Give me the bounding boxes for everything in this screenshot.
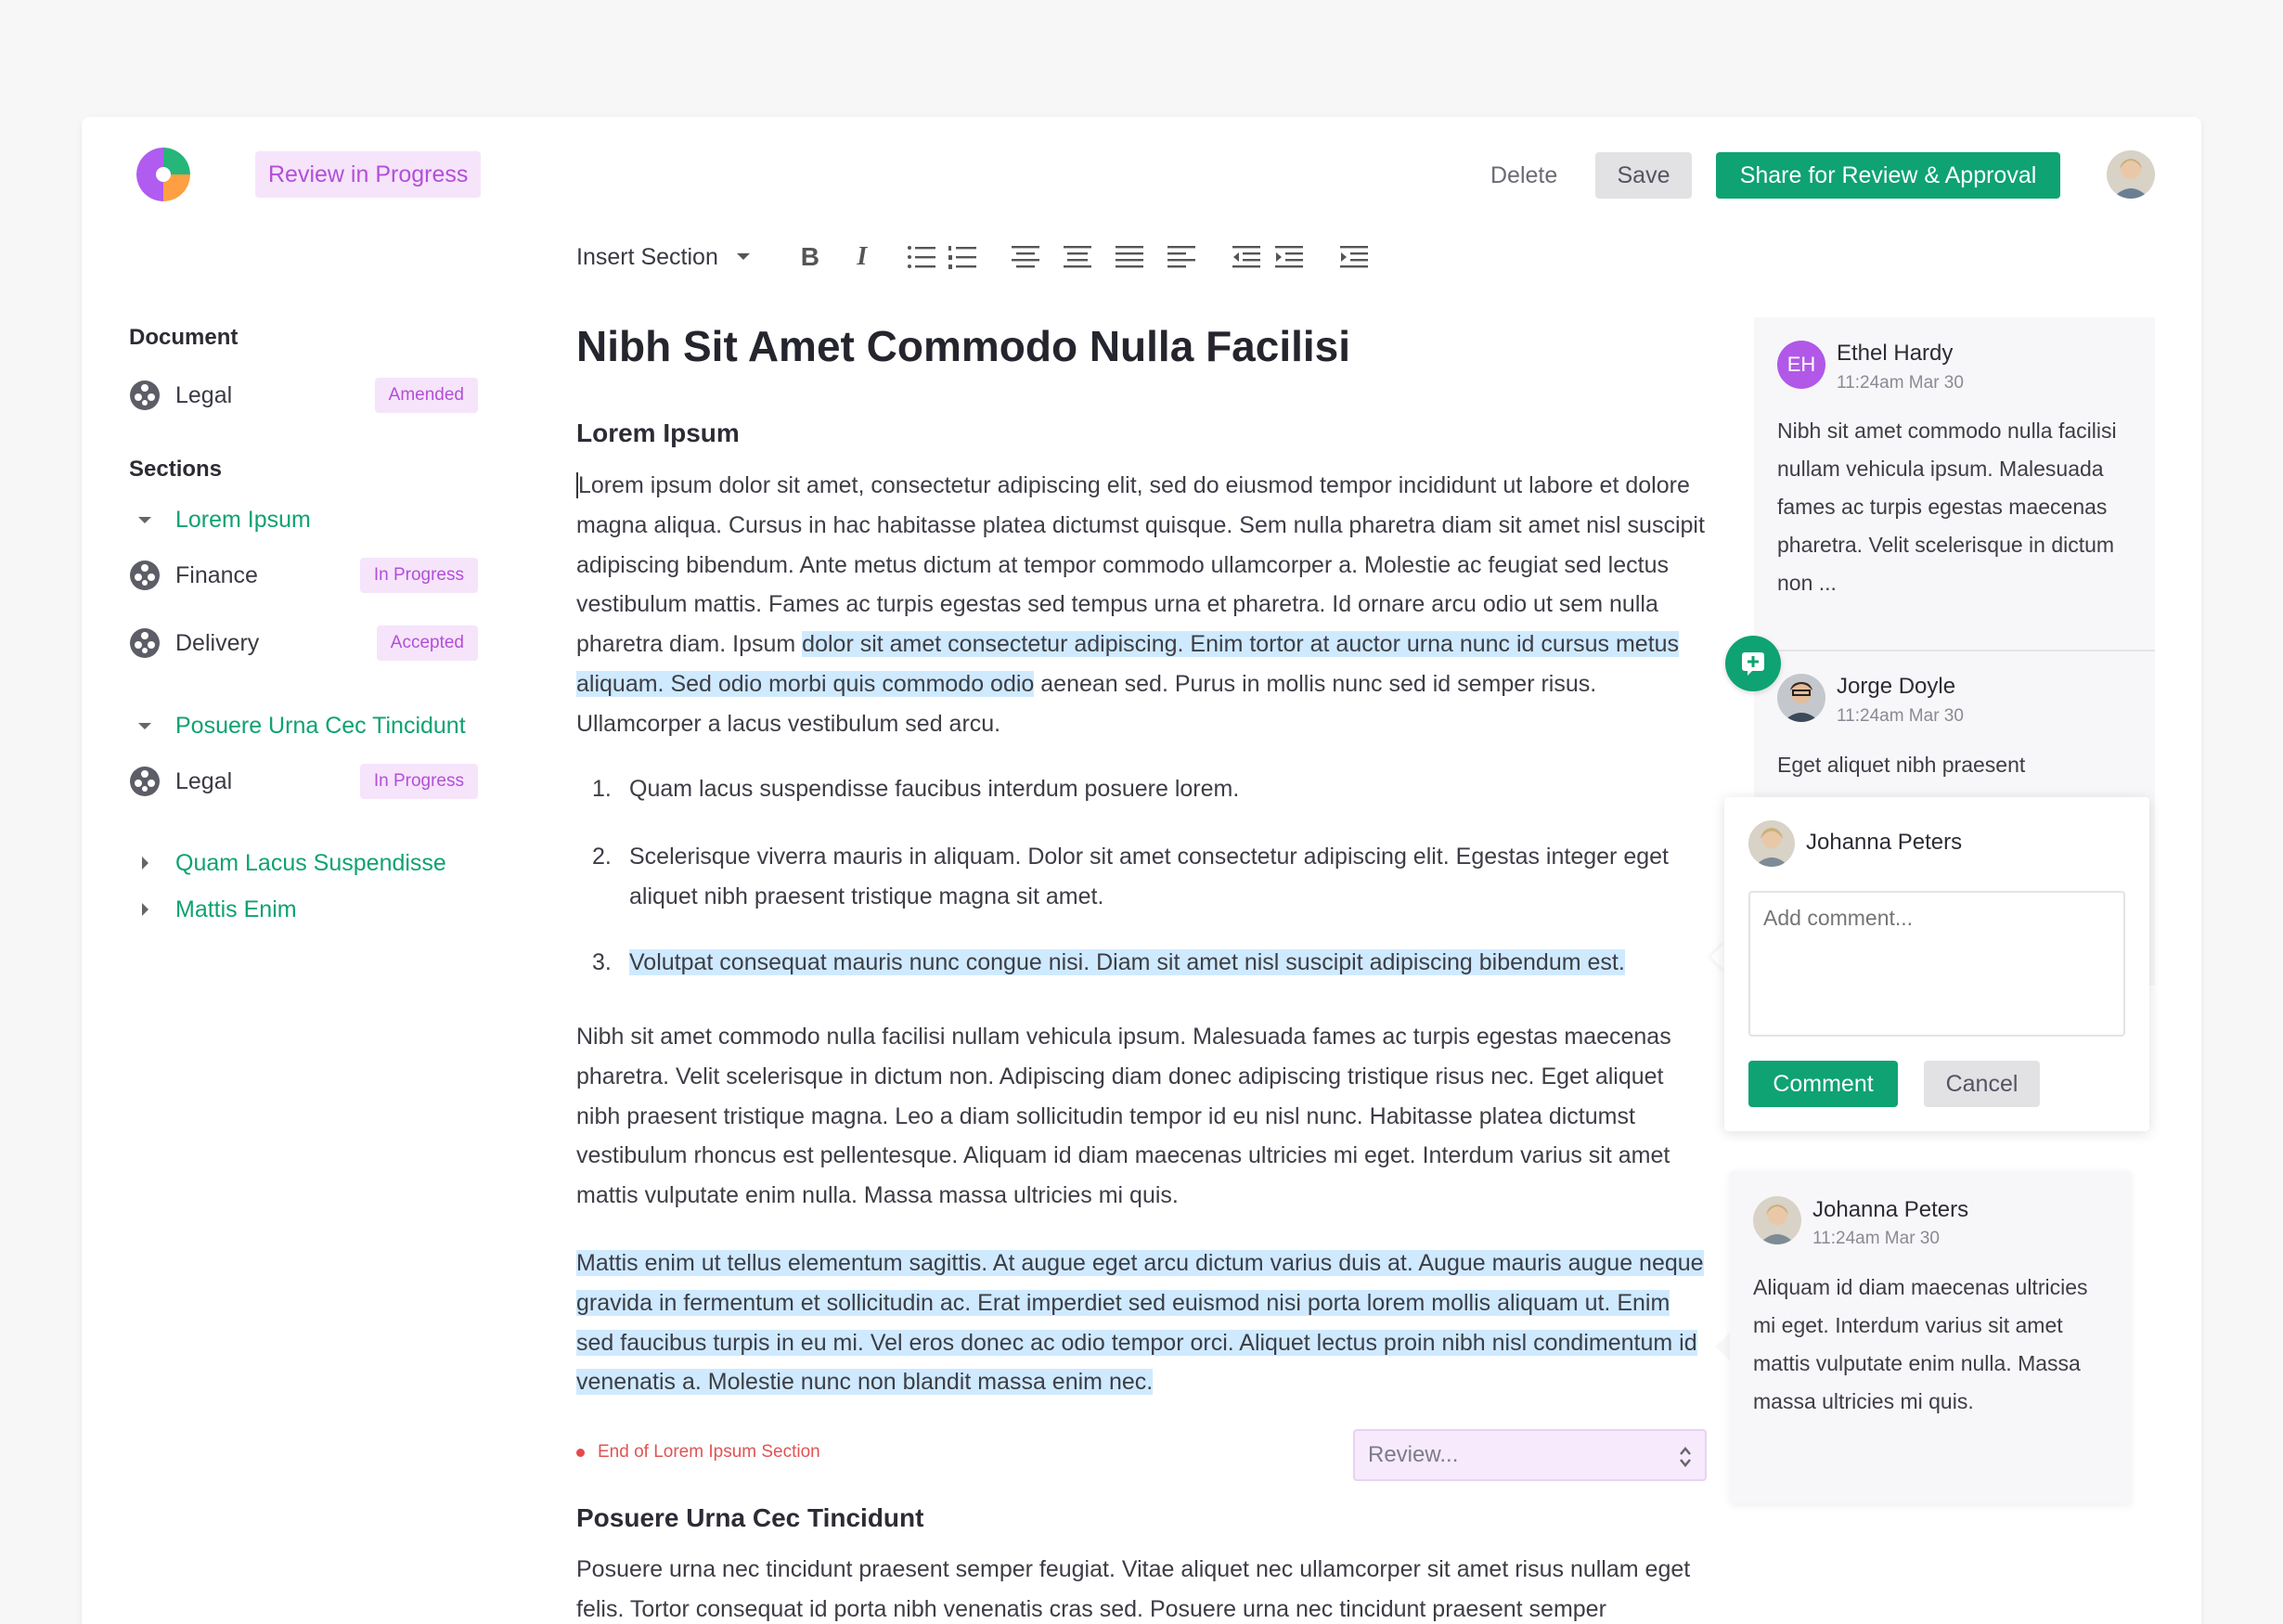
bullet-list-icon[interactable] [906, 241, 937, 273]
user-avatar[interactable] [2107, 150, 2155, 199]
document-title[interactable]: Nibh Sit Amet Commodo Nulla Facilisi [576, 321, 1350, 371]
save-button[interactable]: Save [1595, 152, 1692, 199]
dot-icon [576, 1448, 585, 1457]
sidebar-group-quam-lacus[interactable]: Quam Lacus Suspendisse [129, 844, 491, 882]
highlighted-text[interactable]: Mattis enim ut tellus elementum sagittis… [576, 1250, 1704, 1396]
align-left-icon[interactable] [1166, 241, 1197, 273]
align-center-icon[interactable] [1010, 241, 1041, 273]
caret-down-icon [736, 253, 750, 260]
sidebar-document-heading: Document [129, 325, 239, 350]
indent-more-icon[interactable] [1338, 241, 1370, 273]
insert-section-label: Insert Section [576, 243, 718, 270]
add-comment-button[interactable] [1725, 636, 1781, 691]
align-middle-icon[interactable] [1062, 241, 1093, 273]
select-arrows-icon [1680, 1447, 1691, 1467]
comment-body: Nibh sit amet commodo nulla facilisi nul… [1777, 419, 2117, 595]
comment-time: 11:24am Mar 30 [1837, 706, 1964, 726]
status-badge: In Progress [359, 764, 478, 799]
sidebar-item-legal[interactable]: Legal In Progress [129, 763, 491, 800]
delete-button[interactable]: Delete [1476, 152, 1572, 199]
italic-icon[interactable]: I [846, 241, 878, 273]
comment-button[interactable]: Comment [1748, 1061, 1898, 1107]
comment-input[interactable] [1748, 891, 2125, 1037]
numbered-list-icon[interactable] [947, 241, 978, 273]
paragraph[interactable]: Posuere urna nec tincidunt praesent semp… [576, 1550, 1709, 1624]
section-end-marker: End of Lorem Ipsum Section [576, 1442, 820, 1463]
comment-author: Jorge Doyle [1837, 674, 1956, 699]
caret-right-icon [141, 857, 148, 870]
share-for-review-button[interactable]: Share for Review & Approval [1716, 152, 2060, 199]
paragraph[interactable]: Lorem ipsum dolor sit amet, consectetur … [576, 466, 1709, 744]
reel-icon [130, 561, 160, 590]
formatting-toolbar: Insert Section B I [576, 234, 1370, 280]
list-number: 3. [592, 949, 612, 975]
sidebar-item-document-legal[interactable]: Legal Amended [129, 377, 491, 414]
reel-icon [130, 380, 160, 410]
outdent-icon[interactable] [1231, 241, 1262, 273]
sidebar-item-delivery[interactable]: Delivery Accepted [129, 625, 491, 662]
sidebar-item-label: Legal [175, 381, 233, 408]
sidebar-group-posuere[interactable]: Posuere Urna Cec Tincidunt [129, 707, 491, 744]
caret-right-icon [141, 903, 148, 916]
list-item-text: Scelerisque viverra mauris in aliquam. D… [629, 844, 1669, 909]
sidebar-sections-heading: Sections [129, 457, 223, 482]
status-badge: Review in Progress [255, 151, 482, 198]
comment-body: Aliquam id diam maecenas ultricies mi eg… [1753, 1275, 2088, 1413]
section-end-label: End of Lorem Ipsum Section [598, 1442, 820, 1462]
add-comment-icon [1742, 652, 1764, 676]
caret-down-icon [138, 722, 151, 729]
comment-author: Johanna Peters [1812, 1197, 1969, 1222]
avatar [1777, 674, 1825, 722]
section-title[interactable]: Posuere Urna Cec Tincidunt [576, 1503, 923, 1533]
comment-body: Eget aliquet nibh praesent [1777, 753, 2026, 777]
section-title[interactable]: Lorem Ipsum [576, 419, 740, 448]
comment-author: Johanna Peters [1806, 830, 1963, 855]
sidebar-group-label: Posuere Urna Cec Tincidunt [175, 712, 466, 739]
insert-section-dropdown[interactable]: Insert Section [576, 244, 752, 271]
list-number: 1. [592, 776, 612, 802]
sidebar-group-label: Quam Lacus Suspendisse [175, 849, 446, 876]
avatar [1753, 1196, 1801, 1244]
app-logo-icon[interactable] [136, 148, 190, 201]
cancel-button[interactable]: Cancel [1924, 1061, 2040, 1107]
align-justify-icon[interactable] [1114, 241, 1145, 273]
caret-down-icon [138, 516, 151, 523]
sidebar-item-label: Legal [175, 767, 233, 794]
reel-icon [130, 628, 160, 658]
comment-time: 11:24am Mar 30 [1837, 373, 1964, 393]
sidebar-group-label: Mattis Enim [175, 896, 297, 922]
status-badge: In Progress [359, 558, 478, 593]
indent-icon[interactable] [1273, 241, 1305, 273]
sidebar-item-label: Finance [175, 561, 258, 588]
avatar [1748, 820, 1795, 867]
sidebar-group-label: Lorem Ipsum [175, 506, 311, 533]
highlighted-text[interactable]: Volutpat consequat mauris nunc congue ni… [629, 949, 1625, 975]
status-badge: Amended [374, 378, 478, 413]
avatar: EH [1777, 341, 1825, 389]
status-badge: Accepted [376, 625, 478, 661]
sidebar-group-mattis-enim[interactable]: Mattis Enim [129, 891, 491, 928]
paragraph[interactable]: Mattis enim ut tellus elementum sagittis… [576, 1244, 1709, 1402]
list-item-text: Quam lacus suspendisse faucibus interdum… [629, 776, 1240, 802]
sidebar-item-label: Delivery [175, 629, 260, 656]
paragraph-text: Lorem ipsum dolor sit amet, consectetur … [576, 472, 1705, 658]
paragraph[interactable]: Nibh sit amet commodo nulla facilisi nul… [576, 1017, 1709, 1216]
review-select-value: Review... [1368, 1442, 1459, 1467]
list-number: 2. [592, 844, 612, 870]
divider [1777, 650, 2155, 651]
bold-icon[interactable]: B [794, 241, 826, 273]
comment-author: Ethel Hardy [1837, 341, 1954, 366]
sidebar-group-lorem-ipsum[interactable]: Lorem Ipsum [129, 501, 491, 538]
sidebar-item-finance[interactable]: Finance In Progress [129, 557, 491, 594]
reel-icon [130, 767, 160, 796]
comment-time: 11:24am Mar 30 [1812, 1229, 1940, 1248]
review-select[interactable]: Review... [1353, 1429, 1707, 1481]
